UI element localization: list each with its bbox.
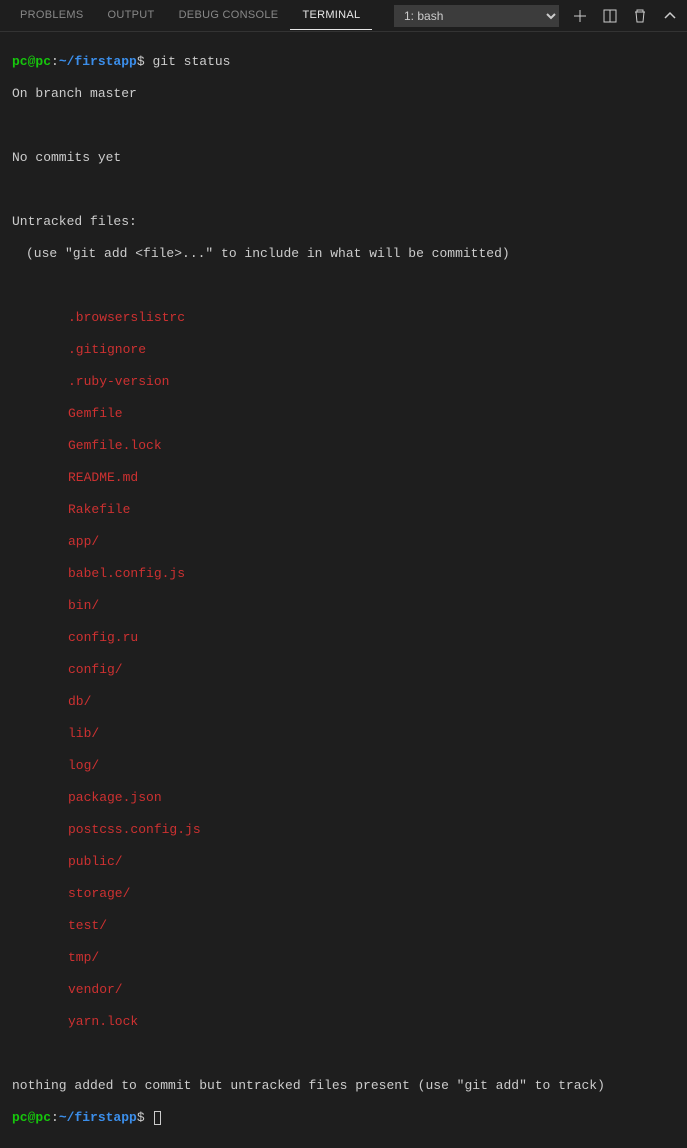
prompt-user: pc@pc <box>12 1110 51 1125</box>
prompt-dollar: $ <box>137 54 145 69</box>
untracked-file: postcss.config.js <box>12 822 675 838</box>
new-terminal-icon[interactable] <box>571 7 589 25</box>
untracked-file: config.ru <box>12 630 675 646</box>
prompt-sep: : <box>51 54 59 69</box>
untracked-file: .gitignore <box>12 342 675 358</box>
header-actions: 1: bash <box>394 5 679 27</box>
untracked-file: babel.config.js <box>12 566 675 582</box>
untracked-file: test/ <box>12 918 675 934</box>
prompt-dollar: $ <box>137 1110 145 1125</box>
untracked-file: Rakefile <box>12 502 675 518</box>
untracked-file: yarn.lock <box>12 1014 675 1030</box>
untracked-file: public/ <box>12 854 675 870</box>
untracked-file: Gemfile <box>12 406 675 422</box>
tab-output[interactable]: OUTPUT <box>96 1 167 30</box>
tab-terminal[interactable]: TERMINAL <box>290 1 372 30</box>
terminal-viewport[interactable]: pc@pc:~/firstapp$ git status On branch m… <box>0 32 687 1148</box>
tab-debug-console[interactable]: DEBUG CONSOLE <box>167 1 291 30</box>
prompt-line: pc@pc:~/firstapp$ git status <box>12 54 675 70</box>
untracked-file: README.md <box>12 470 675 486</box>
untracked-file: vendor/ <box>12 982 675 998</box>
panel-header: PROBLEMS OUTPUT DEBUG CONSOLE TERMINAL 1… <box>0 0 687 32</box>
untracked-file: lib/ <box>12 726 675 742</box>
prompt-sep: : <box>51 1110 59 1125</box>
untracked-file: .browserslistrc <box>12 310 675 326</box>
panel-tabs: PROBLEMS OUTPUT DEBUG CONSOLE TERMINAL <box>8 1 372 30</box>
prompt-path: ~/firstapp <box>59 54 137 69</box>
untracked-file: config/ <box>12 662 675 678</box>
maximize-panel-icon[interactable] <box>661 7 679 25</box>
untracked-hint: (use "git add <file>..." to include in w… <box>12 246 675 262</box>
status-nocommits: No commits yet <box>12 150 675 166</box>
untracked-file: app/ <box>12 534 675 550</box>
split-terminal-icon[interactable] <box>601 7 619 25</box>
untracked-file: .ruby-version <box>12 374 675 390</box>
untracked-file: log/ <box>12 758 675 774</box>
shell-selector[interactable]: 1: bash <box>394 5 559 27</box>
kill-terminal-icon[interactable] <box>631 7 649 25</box>
tab-problems[interactable]: PROBLEMS <box>8 1 96 30</box>
command-text: git status <box>152 54 230 69</box>
prompt-line: pc@pc:~/firstapp$ <box>12 1110 675 1126</box>
prompt-path: ~/firstapp <box>59 1110 137 1125</box>
untracked-file: package.json <box>12 790 675 806</box>
terminal-cursor <box>154 1111 161 1125</box>
untracked-file: tmp/ <box>12 950 675 966</box>
untracked-file: db/ <box>12 694 675 710</box>
untracked-header: Untracked files: <box>12 214 675 230</box>
status-footer: nothing added to commit but untracked fi… <box>12 1078 675 1094</box>
status-branch: On branch master <box>12 86 675 102</box>
untracked-file: bin/ <box>12 598 675 614</box>
untracked-file: storage/ <box>12 886 675 902</box>
prompt-user: pc@pc <box>12 54 51 69</box>
untracked-file: Gemfile.lock <box>12 438 675 454</box>
